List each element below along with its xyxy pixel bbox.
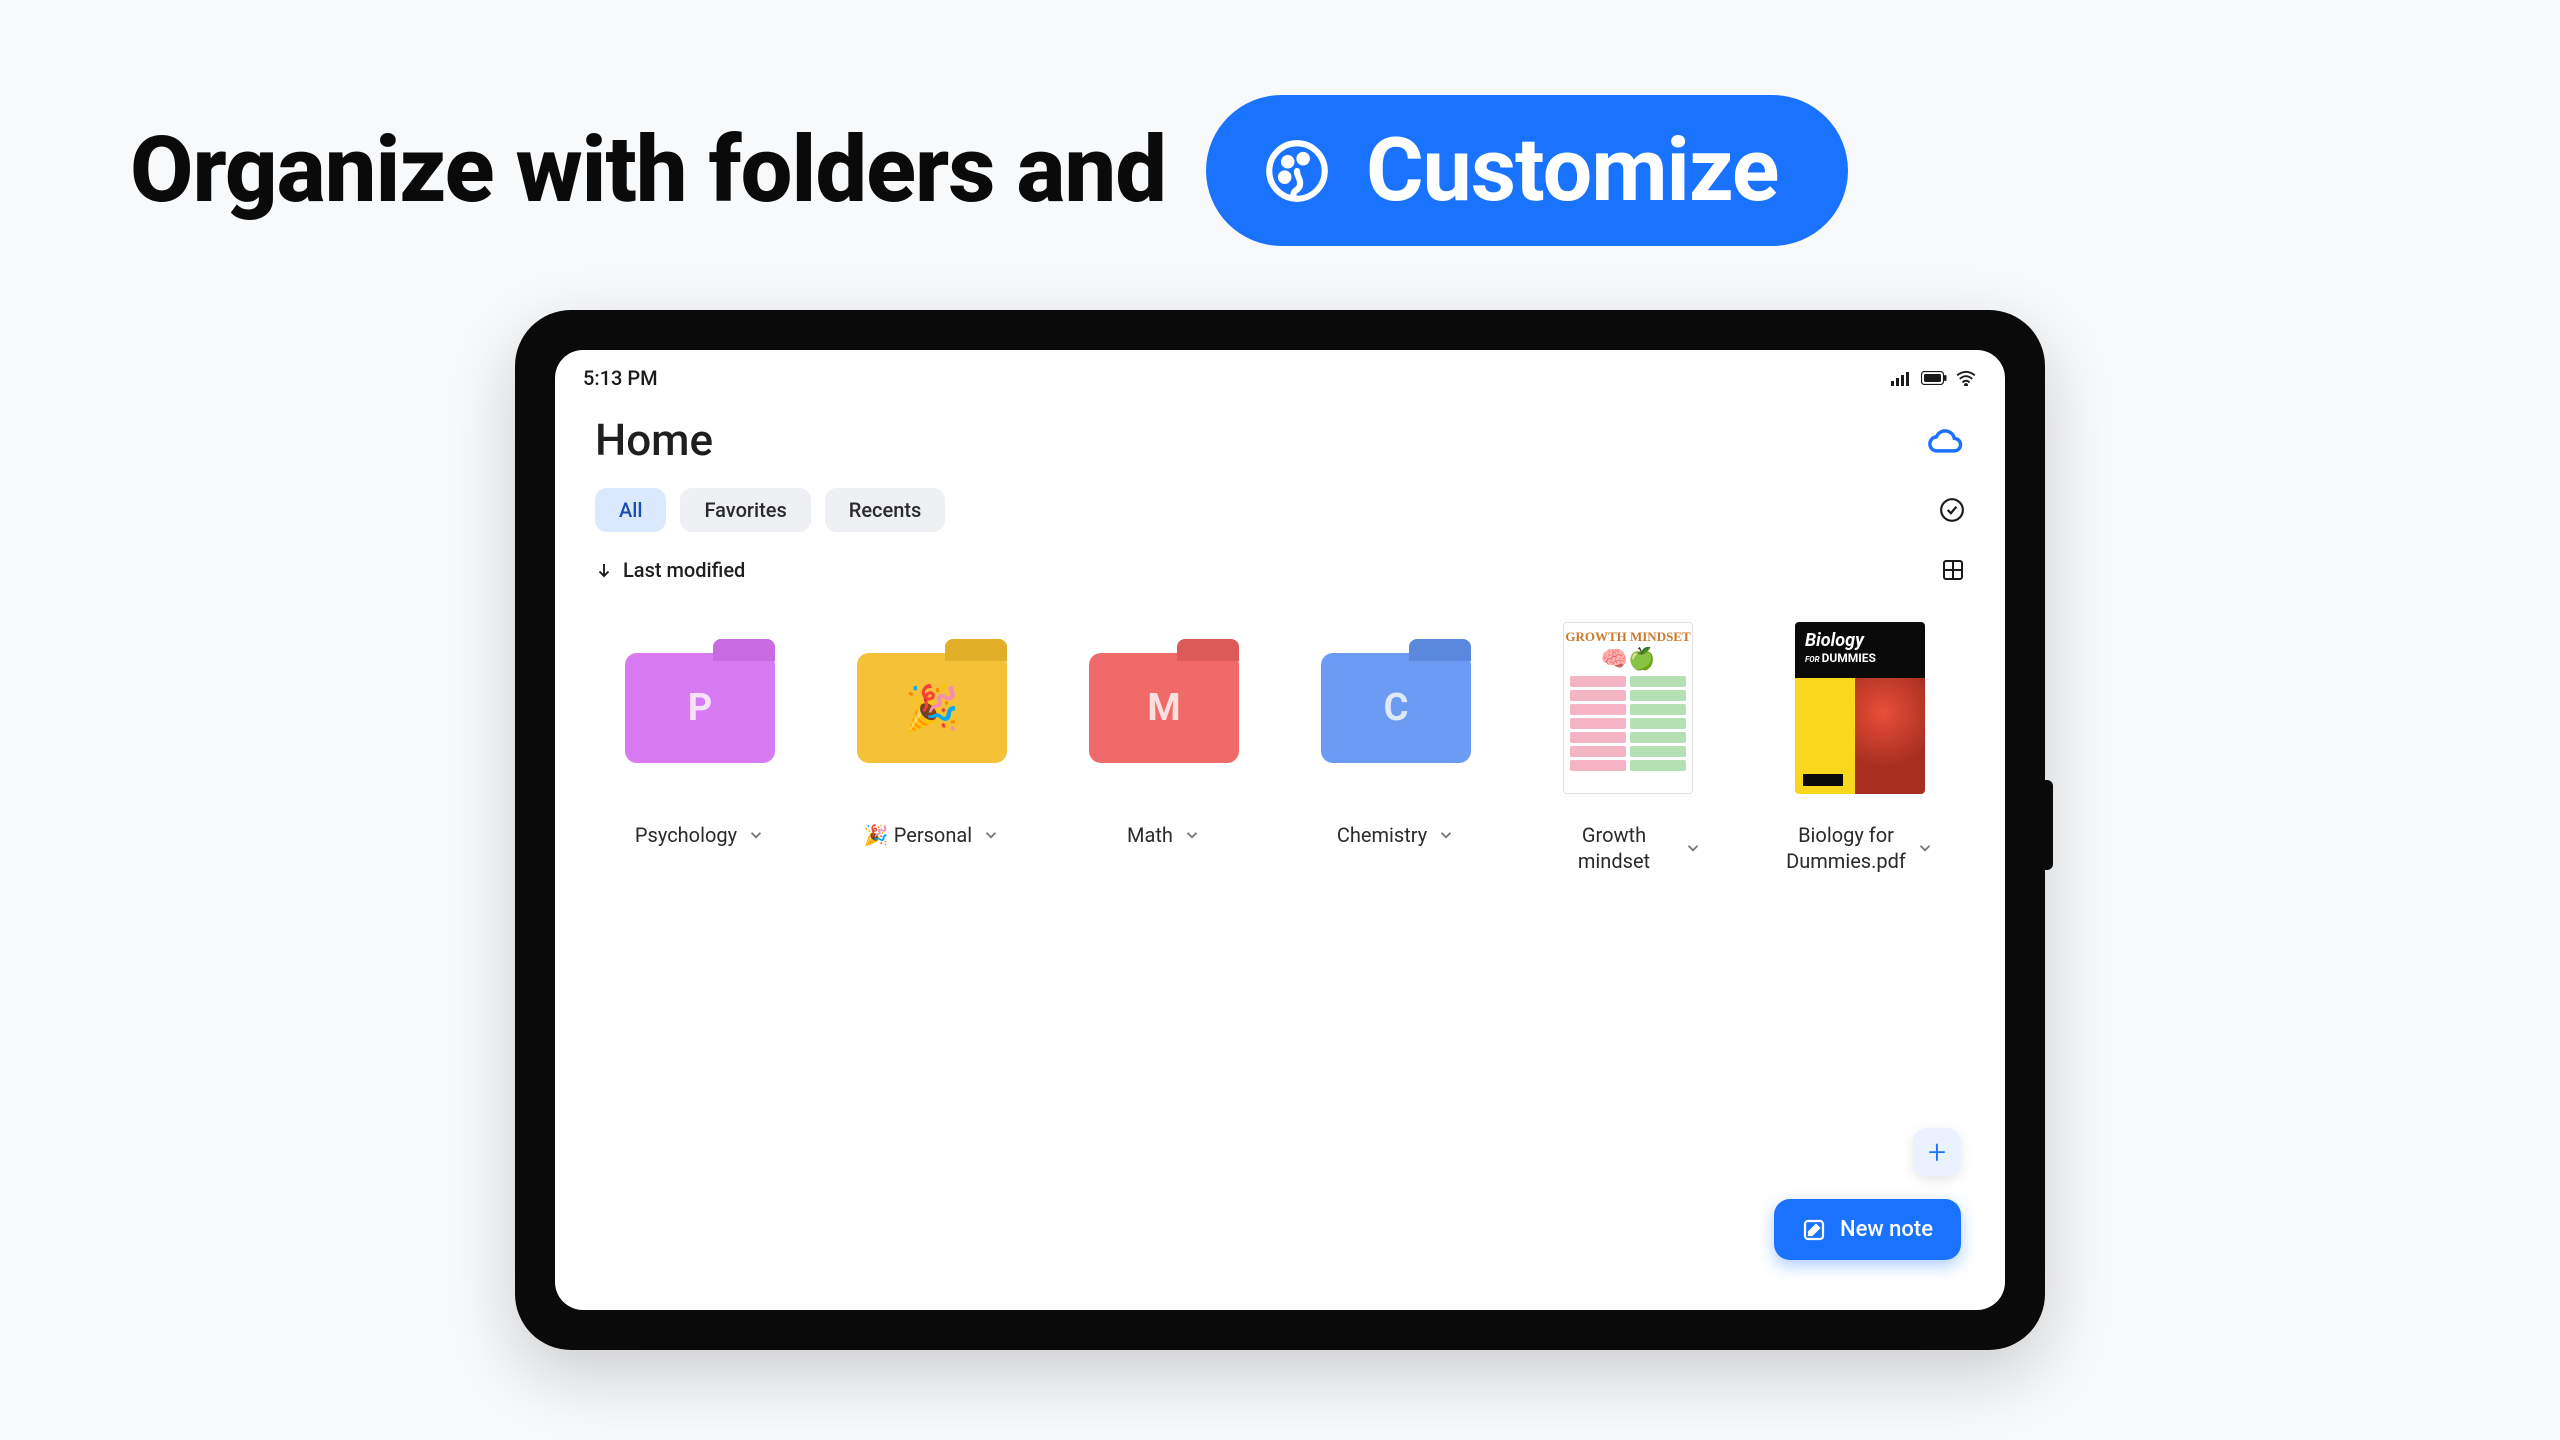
folder-item[interactable]: P Psychology	[615, 622, 785, 874]
item-label: Psychology	[635, 822, 737, 848]
new-note-label: New note	[1840, 1217, 1933, 1242]
tab-recents[interactable]: Recents	[825, 488, 946, 532]
document-thumbnail: BiologyFOR DUMMIES	[1795, 622, 1925, 794]
item-label: Biology for Dummies.pdf	[1786, 822, 1906, 874]
add-button[interactable]: +	[1913, 1128, 1961, 1176]
battery-icon	[1921, 371, 1947, 385]
tablet-button	[2045, 780, 2053, 870]
sort-label: Last modified	[623, 558, 745, 582]
grid-view-icon[interactable]	[1941, 558, 1965, 582]
status-time: 5:13 PM	[583, 366, 658, 390]
chevron-down-icon[interactable]	[1437, 826, 1455, 844]
arrow-down-icon	[595, 561, 613, 579]
item-label: Math	[1127, 822, 1173, 848]
plus-icon: +	[1928, 1133, 1946, 1171]
palette-icon	[1260, 134, 1334, 208]
file-item[interactable]: BiologyFOR DUMMIES Biology for Dummies.pd…	[1775, 622, 1945, 874]
chevron-down-icon[interactable]	[1916, 839, 1934, 857]
page-title: Home	[595, 414, 713, 466]
folder-item[interactable]: M Math	[1079, 622, 1249, 874]
sort-control[interactable]: Last modified	[595, 558, 745, 582]
cloud-sync-icon[interactable]	[1925, 426, 1965, 454]
signal-icon	[1891, 370, 1913, 386]
chevron-down-icon[interactable]	[747, 826, 765, 844]
chevron-down-icon[interactable]	[1684, 839, 1702, 857]
headline-text: Organize with folders and	[130, 117, 1166, 224]
tab-all[interactable]: All	[595, 488, 666, 532]
edit-icon	[1802, 1218, 1826, 1242]
customize-label: Customize	[1366, 119, 1779, 222]
tablet-frame: 5:13 PM Home AllFavoritesRecents Last mo	[515, 310, 2045, 1350]
chevron-down-icon[interactable]	[1183, 826, 1201, 844]
tab-favorites[interactable]: Favorites	[680, 488, 810, 532]
app-screen: 5:13 PM Home AllFavoritesRecents Last mo	[555, 350, 2005, 1310]
item-label: Growth mindset	[1554, 822, 1674, 874]
wifi-icon	[1955, 370, 1977, 386]
new-note-button[interactable]: New note	[1774, 1199, 1961, 1260]
folder-item[interactable]: 🎉 🎉 Personal	[847, 622, 1017, 874]
check-circle-icon[interactable]	[1939, 497, 1965, 523]
customize-pill: Customize	[1206, 95, 1849, 246]
status-bar: 5:13 PM	[555, 350, 2005, 398]
folder-icon: 🎉	[857, 653, 1007, 763]
document-thumbnail: GROWTH MINDSET🧠🍏	[1563, 622, 1693, 794]
chevron-down-icon[interactable]	[982, 826, 1000, 844]
folder-icon: P	[625, 653, 775, 763]
folder-icon: C	[1321, 653, 1471, 763]
file-item[interactable]: GROWTH MINDSET🧠🍏 Growth mindset	[1543, 622, 1713, 874]
folder-item[interactable]: C Chemistry	[1311, 622, 1481, 874]
item-label: 🎉 Personal	[864, 822, 972, 848]
folder-icon: M	[1089, 653, 1239, 763]
item-label: Chemistry	[1337, 822, 1427, 848]
